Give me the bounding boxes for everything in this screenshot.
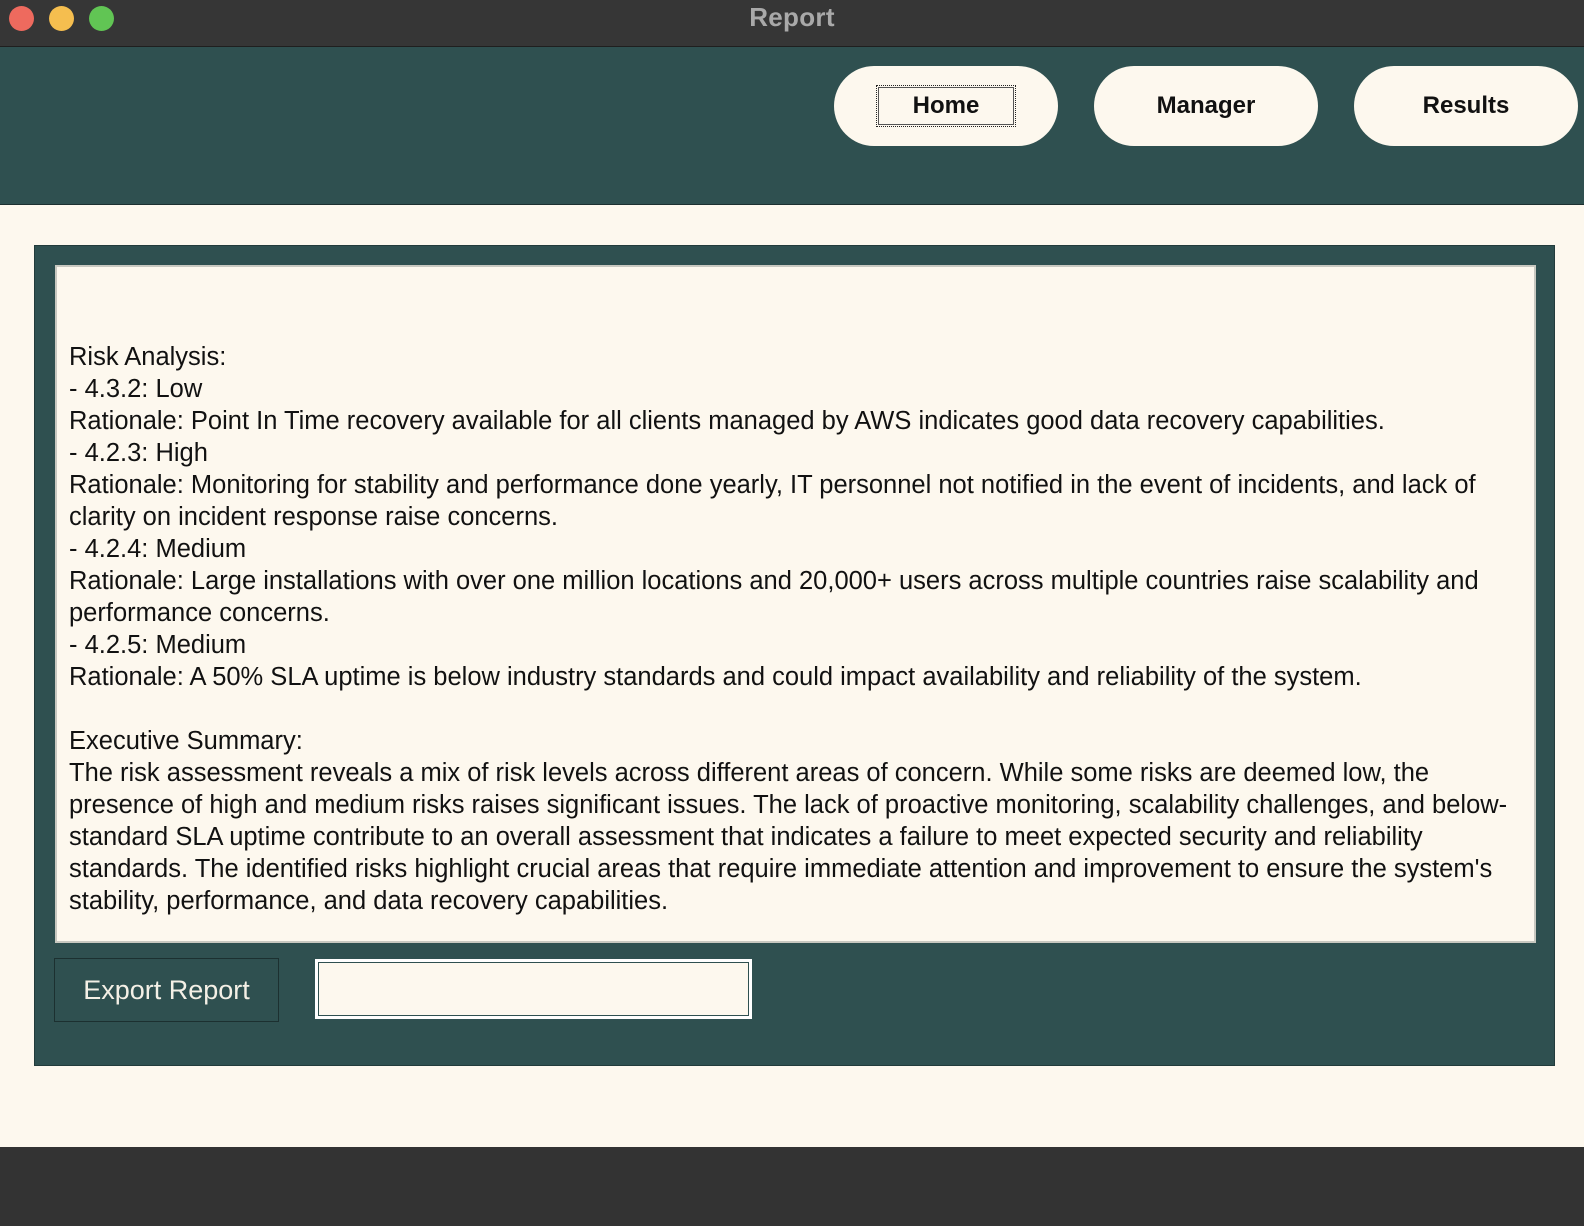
- report-line: Executive Summary:: [69, 727, 303, 755]
- report-blank-line: [69, 693, 1522, 725]
- results-button-label: Results: [1422, 92, 1510, 119]
- export-filename-input[interactable]: [315, 959, 752, 1019]
- manager-button[interactable]: Manager: [1094, 66, 1318, 146]
- home-button-label: Home: [875, 85, 1017, 127]
- report-panel: Risk Analysis: - 4.3.2: Low Rationale: P…: [34, 245, 1555, 1066]
- content-area: Risk Analysis: - 4.3.2: Low Rationale: P…: [0, 205, 1584, 1147]
- report-line: - 4.2.5: Medium: [69, 631, 247, 659]
- report-line: The risk assessment reveals a mix of ris…: [69, 759, 1508, 915]
- manager-button-label: Manager: [1156, 92, 1256, 119]
- export-report-label: Export Report: [83, 974, 250, 1005]
- nav-header: Home Manager Results: [0, 47, 1584, 205]
- report-line: Rationale: A 50% SLA uptime is below ind…: [69, 663, 1362, 691]
- report-line: Rationale: Large installations with over…: [69, 567, 1486, 627]
- report-line: Rationale: Monitoring for stability and …: [69, 471, 1483, 531]
- report-line: Rationale: Point In Time recovery availa…: [69, 407, 1385, 435]
- report-line: - 4.2.3: High: [69, 439, 208, 467]
- report-window: Report Home Manager Results Risk Analysi…: [0, 0, 1584, 1226]
- report-line: - 4.2.4: Medium: [69, 535, 247, 563]
- report-text-area[interactable]: Risk Analysis: - 4.3.2: Low Rationale: P…: [55, 265, 1536, 943]
- results-button[interactable]: Results: [1354, 66, 1578, 146]
- window-footer: [0, 1147, 1584, 1226]
- home-button[interactable]: Home: [834, 66, 1058, 146]
- report-line: - 4.3.2: Low: [69, 375, 203, 403]
- export-report-button[interactable]: Export Report: [54, 958, 279, 1022]
- title-bar: Report: [0, 0, 1584, 47]
- window-title: Report: [749, 2, 835, 32]
- report-line: Risk Analysis:: [69, 343, 227, 371]
